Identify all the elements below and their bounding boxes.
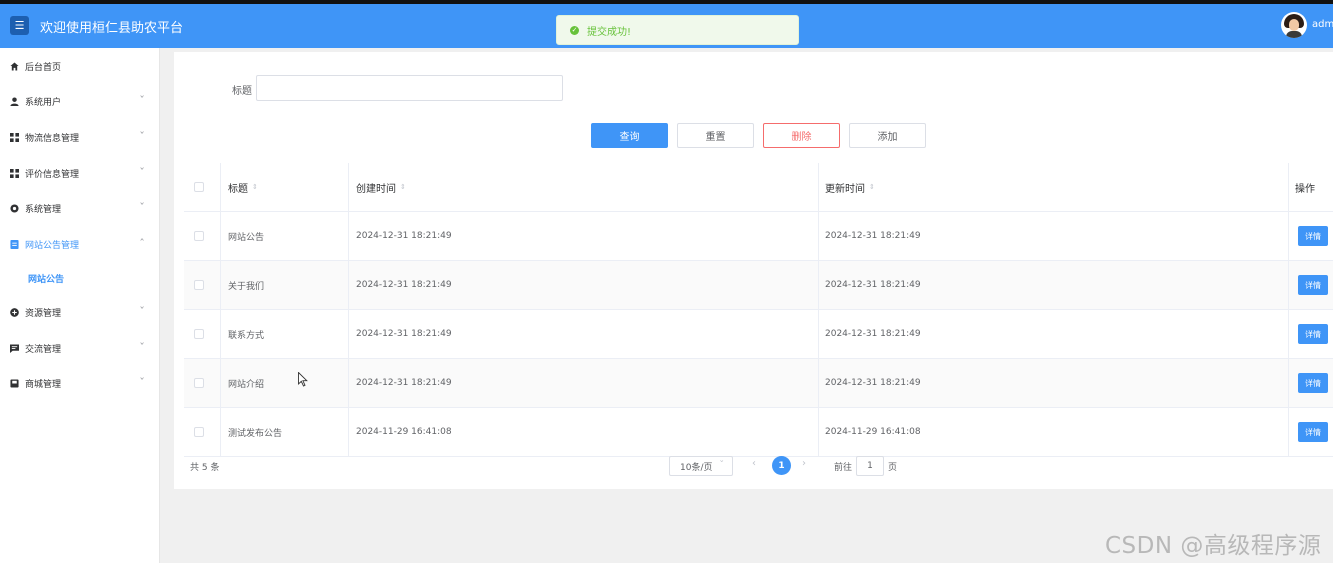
shop-icon xyxy=(10,378,19,388)
title-search-input[interactable] xyxy=(256,75,563,101)
column-header-title[interactable]: 标题 ⇕ xyxy=(228,163,258,211)
delete-button[interactable]: 删除 xyxy=(763,123,840,148)
mouse-cursor-icon xyxy=(298,371,308,390)
avatar[interactable] xyxy=(1281,12,1307,38)
sidebar-item-reviews[interactable]: 评价信息管理 ˅ xyxy=(0,161,159,185)
username[interactable]: admi xyxy=(1312,19,1333,30)
row-title: 网站公告 xyxy=(228,232,265,243)
chevron-down-icon: ˅ xyxy=(719,460,725,468)
column-header-updated[interactable]: 更新时间 ⇕ xyxy=(825,163,875,211)
pagination-total: 共 5 条 xyxy=(190,463,220,473)
table-row: 联系方式 2024-12-31 18:21:49 2024-12-31 18:2… xyxy=(184,310,1333,359)
row-created: 2024-12-31 18:21:49 xyxy=(356,231,452,241)
row-updated: 2024-11-29 16:41:08 xyxy=(825,427,921,437)
detail-button[interactable]: 详情 xyxy=(1298,324,1328,344)
document-icon xyxy=(10,239,19,249)
hamburger-icon[interactable]: ☰ xyxy=(10,16,29,35)
sort-icon: ⇕ xyxy=(869,183,875,191)
row-updated: 2024-12-31 18:21:49 xyxy=(825,280,921,290)
row-updated: 2024-12-31 18:21:49 xyxy=(825,329,921,339)
column-header-actions: 操作 xyxy=(1295,183,1315,195)
watermark: CSDN @高级程序源 xyxy=(1105,533,1322,559)
page-size-select[interactable]: 10条/页 ˅ xyxy=(669,456,733,476)
table-row: 测试发布公告 2024-11-29 16:41:08 2024-11-29 16… xyxy=(184,408,1333,457)
sidebar-item-system-users[interactable]: 系统用户 ˅ xyxy=(0,89,159,113)
row-created: 2024-12-31 18:21:49 xyxy=(356,329,452,339)
detail-button[interactable]: 详情 xyxy=(1298,422,1328,442)
chevron-down-icon: ˅ xyxy=(139,306,145,315)
row-created: 2024-12-31 18:21:49 xyxy=(356,280,452,290)
sidebar-item-home[interactable]: 后台首页 xyxy=(0,54,159,78)
plus-circle-icon xyxy=(10,307,19,317)
sidebar-item-shop[interactable]: 商城管理 ˅ xyxy=(0,371,159,395)
table-row: 关于我们 2024-12-31 18:21:49 2024-12-31 18:2… xyxy=(184,261,1333,310)
sort-icon: ⇕ xyxy=(400,183,406,191)
sidebar-item-system-management[interactable]: 系统管理 ˅ xyxy=(0,196,159,220)
sidebar-item-communication[interactable]: 交流管理 ˅ xyxy=(0,336,159,360)
select-all-checkbox[interactable] xyxy=(194,182,204,192)
gear-icon xyxy=(10,203,19,213)
sidebar: 后台首页 系统用户 ˅ 物流信息管理 ˅ 评价信息管理 ˅ 系统管理 ˅ 网站公… xyxy=(0,48,160,563)
toast-message: 提交成功! xyxy=(587,26,632,38)
user-icon xyxy=(10,96,19,106)
row-title: 联系方式 xyxy=(228,330,265,341)
row-checkbox[interactable] xyxy=(194,378,204,388)
column-header-created[interactable]: 创建时间 ⇕ xyxy=(356,163,406,211)
table-row: 网站介绍 2024-12-31 18:21:49 2024-12-31 18:2… xyxy=(184,359,1333,408)
row-checkbox[interactable] xyxy=(194,329,204,339)
app-title: 欢迎使用桓仁县助农平台 xyxy=(40,21,184,36)
chevron-down-icon: ˅ xyxy=(139,342,145,351)
sidebar-item-logistics[interactable]: 物流信息管理 ˅ xyxy=(0,125,159,149)
check-circle-icon: ✓ xyxy=(570,25,579,35)
query-button[interactable]: 查询 xyxy=(591,123,668,148)
filter-title-label: 标题 xyxy=(232,86,252,97)
chevron-down-icon: ˅ xyxy=(139,167,145,176)
chevron-down-icon: ˅ xyxy=(139,202,145,211)
row-checkbox[interactable] xyxy=(194,427,204,437)
add-button[interactable]: 添加 xyxy=(849,123,926,148)
next-page-icon[interactable]: › xyxy=(802,458,806,469)
success-toast: ✓ 提交成功! xyxy=(556,15,799,45)
row-checkbox[interactable] xyxy=(194,231,204,241)
goto-page-input[interactable]: 1 xyxy=(856,456,884,476)
row-title: 测试发布公告 xyxy=(228,428,283,439)
row-created: 2024-12-31 18:21:49 xyxy=(356,378,452,388)
chevron-down-icon: ˅ xyxy=(139,95,145,104)
main-content: 标题 查询 重置 删除 添加 标题 ⇕ 创建时间 ⇕ 更新时间 ⇕ 操作 网站公告 2… xyxy=(174,52,1333,489)
table-header-row: 标题 ⇕ 创建时间 ⇕ 更新时间 ⇕ 操作 xyxy=(184,163,1333,212)
row-created: 2024-11-29 16:41:08 xyxy=(356,427,452,437)
sidebar-item-announcements[interactable]: 网站公告管理 ˄ xyxy=(0,232,159,256)
row-updated: 2024-12-31 18:21:49 xyxy=(825,378,921,388)
chat-icon xyxy=(10,343,19,353)
row-title: 网站介绍 xyxy=(228,379,265,390)
grid-icon xyxy=(10,168,19,178)
row-updated: 2024-12-31 18:21:49 xyxy=(825,231,921,241)
detail-button[interactable]: 详情 xyxy=(1298,275,1328,295)
goto-label: 前往 xyxy=(834,463,853,473)
detail-button[interactable]: 详情 xyxy=(1298,373,1328,393)
detail-button[interactable]: 详情 xyxy=(1298,226,1328,246)
sort-icon: ⇕ xyxy=(252,183,258,191)
table-row: 网站公告 2024-12-31 18:21:49 2024-12-31 18:2… xyxy=(184,212,1333,261)
row-checkbox[interactable] xyxy=(194,280,204,290)
sidebar-item-resources[interactable]: 资源管理 ˅ xyxy=(0,300,159,324)
page-unit-label: 页 xyxy=(888,463,898,473)
chevron-down-icon: ˅ xyxy=(139,131,145,140)
home-icon xyxy=(10,61,19,71)
sidebar-subitem-announcement[interactable]: 网站公告 xyxy=(28,272,64,285)
row-title: 关于我们 xyxy=(228,281,265,292)
chevron-up-icon: ˄ xyxy=(139,238,145,247)
reset-button[interactable]: 重置 xyxy=(677,123,754,148)
page-number-current[interactable]: 1 xyxy=(772,456,791,475)
prev-page-icon[interactable]: ‹ xyxy=(752,458,756,469)
chevron-down-icon: ˅ xyxy=(139,377,145,386)
grid-icon xyxy=(10,132,19,142)
